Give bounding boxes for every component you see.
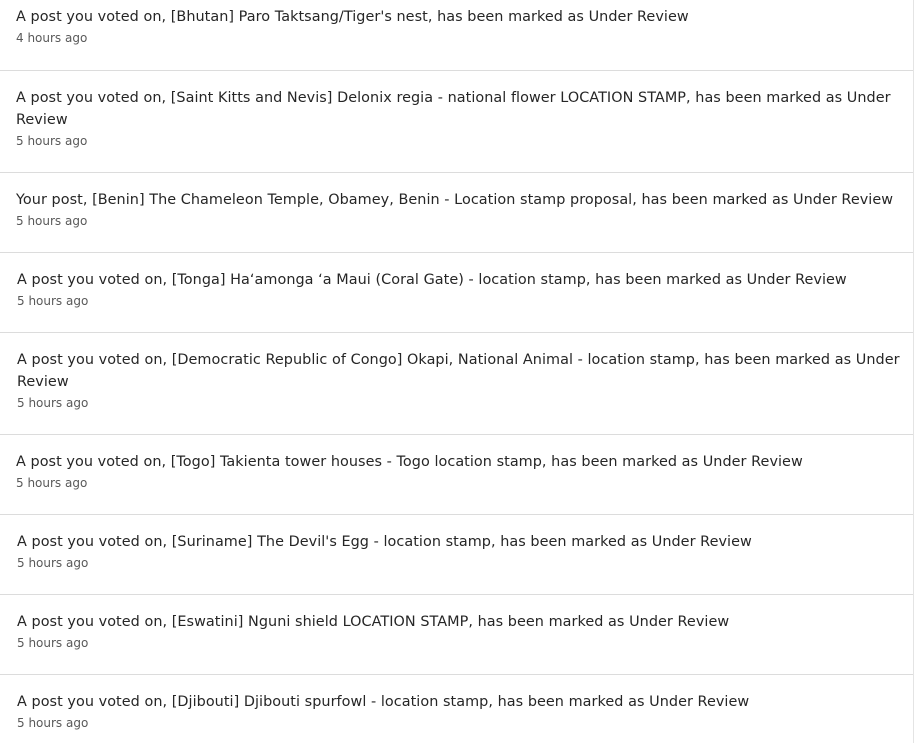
notification-timestamp: 5 hours ago: [17, 556, 89, 570]
notification-timestamp: 4 hours ago: [16, 31, 88, 45]
notification-timestamp: 5 hours ago: [16, 476, 88, 490]
notification-item[interactable]: A post you voted on, [Tonga] Haʻamonga ʻ…: [0, 253, 913, 333]
notification-message: A post you voted on, [Togo] Takienta tow…: [16, 454, 803, 470]
notification-message: A post you voted on, [Bhutan] Paro Takts…: [16, 9, 689, 25]
notification-item[interactable]: A post you voted on, [Togo] Takienta tow…: [0, 435, 913, 515]
notification-message: A post you voted on, [Democratic Republi…: [17, 352, 900, 390]
notification-message: A post you voted on, [Eswatini] Nguni sh…: [17, 614, 730, 630]
notification-item[interactable]: A post you voted on, [Suriname] The Devi…: [0, 515, 913, 595]
notification-item[interactable]: Your post, [Benin] The Chameleon Temple,…: [0, 173, 913, 253]
notification-timestamp: 5 hours ago: [17, 716, 89, 730]
notification-feed: A post you voted on, [Bhutan] Paro Takts…: [0, 0, 914, 743]
notification-timestamp: 5 hours ago: [16, 134, 88, 148]
notification-message: A post you voted on, [Suriname] The Devi…: [17, 534, 752, 550]
notification-item[interactable]: A post you voted on, [Eswatini] Nguni sh…: [0, 595, 913, 675]
notification-timestamp: 5 hours ago: [17, 636, 89, 650]
notification-message: Your post, [Benin] The Chameleon Temple,…: [16, 192, 894, 208]
notification-item[interactable]: A post you voted on, [Saint Kitts and Ne…: [0, 71, 913, 173]
notification-message: A post you voted on, [Saint Kitts and Ne…: [16, 90, 891, 128]
notification-item[interactable]: A post you voted on, [Bhutan] Paro Takts…: [0, 0, 913, 71]
notification-message: A post you voted on, [Djibouti] Djibouti…: [17, 694, 750, 710]
notification-timestamp: 5 hours ago: [17, 294, 89, 308]
notification-message: A post you voted on, [Tonga] Haʻamonga ʻ…: [17, 272, 847, 288]
notification-item[interactable]: A post you voted on, [Democratic Republi…: [0, 333, 913, 435]
notification-timestamp: 5 hours ago: [17, 396, 89, 410]
notification-timestamp: 5 hours ago: [16, 214, 88, 228]
notification-item[interactable]: A post you voted on, [Djibouti] Djibouti…: [0, 675, 913, 743]
